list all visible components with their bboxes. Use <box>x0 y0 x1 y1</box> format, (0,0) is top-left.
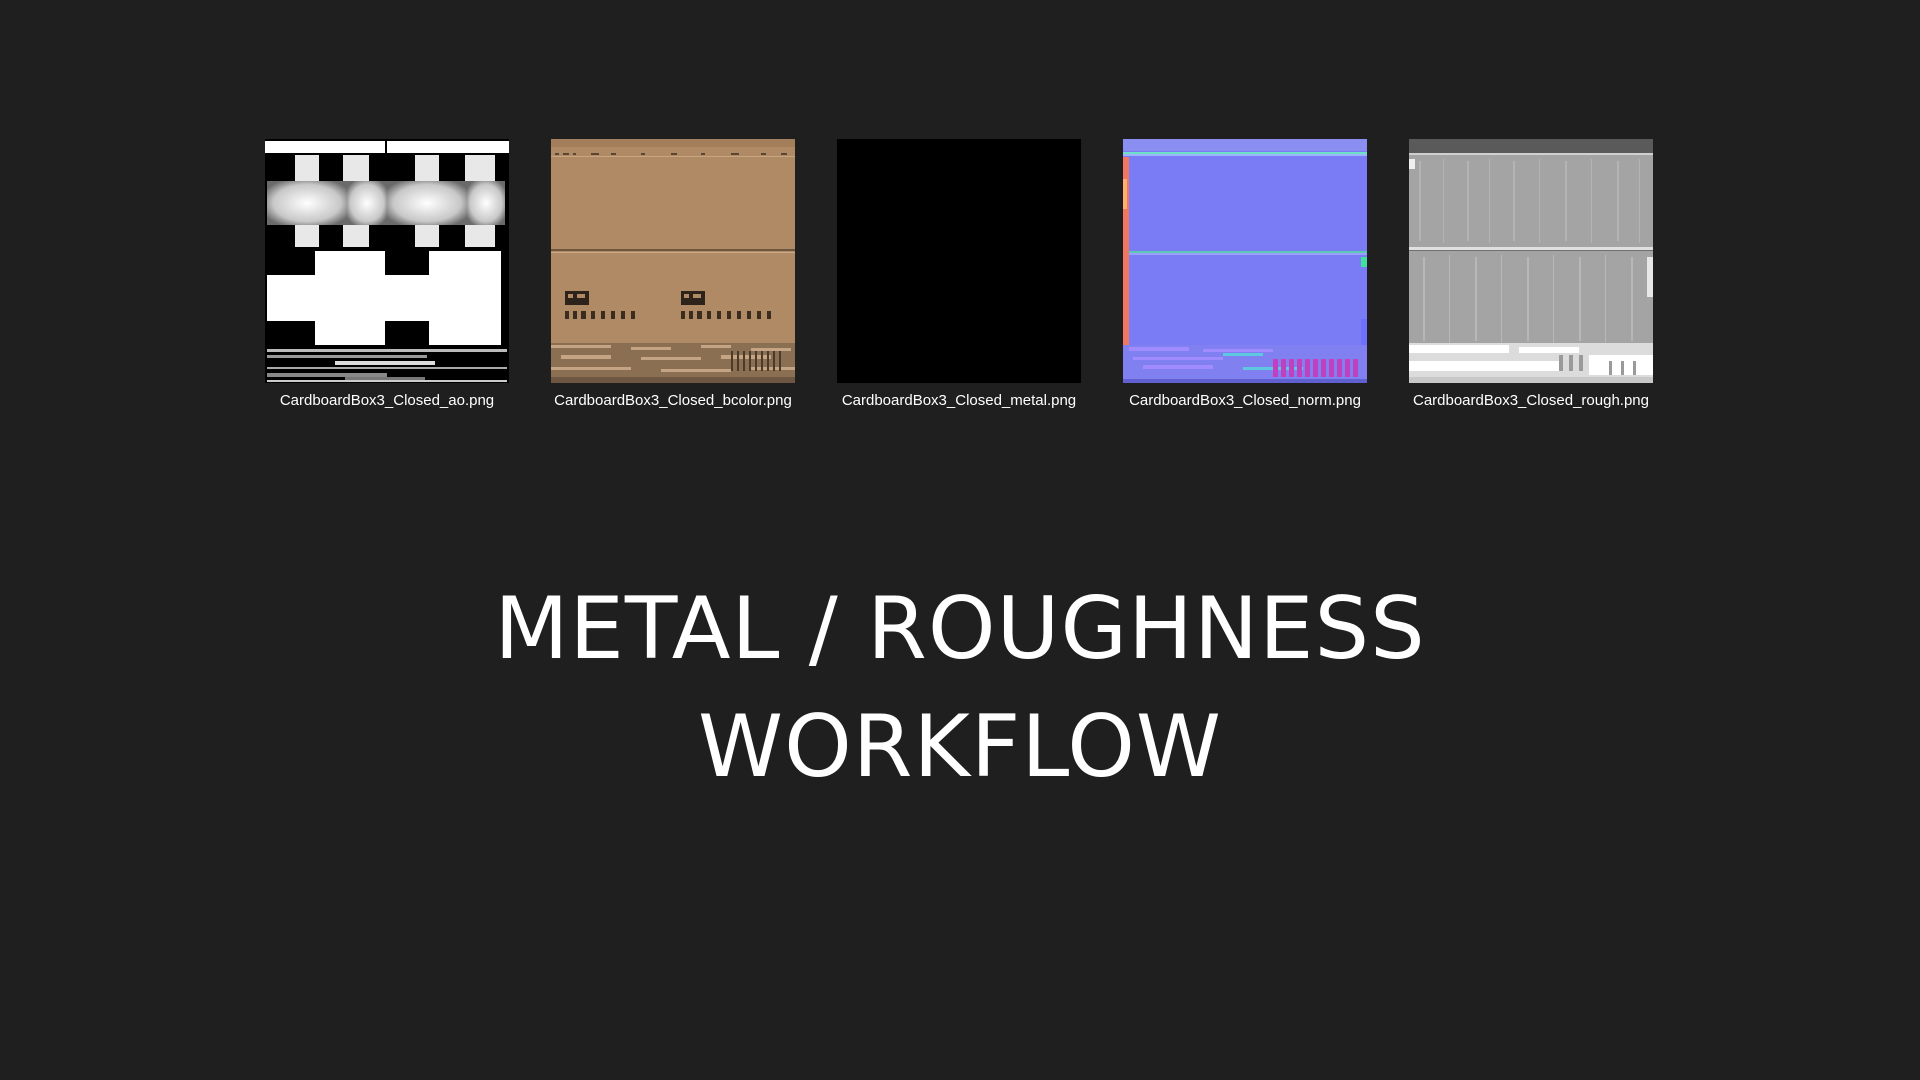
metal-texture-thumbnail <box>837 139 1081 383</box>
slide: CardboardBox3_Closed_ao.png CardboardBox… <box>0 0 1920 1080</box>
file-item-rough[interactable]: CardboardBox3_Closed_rough.png <box>1406 139 1656 419</box>
metal-texture-image <box>837 139 1081 383</box>
file-item-norm[interactable]: CardboardBox3_Closed_norm.png <box>1120 139 1370 419</box>
basecolor-texture-image <box>551 139 795 383</box>
roughness-texture-thumbnail <box>1409 139 1653 383</box>
file-name-label: CardboardBox3_Closed_bcolor.png <box>554 392 792 409</box>
file-name-label: CardboardBox3_Closed_metal.png <box>841 392 1077 409</box>
file-item-metal[interactable]: CardboardBox3_Closed_metal.png <box>834 139 1084 419</box>
ao-texture-thumbnail <box>265 139 509 383</box>
roughness-texture-image <box>1409 139 1653 383</box>
normal-texture-image <box>1123 139 1367 383</box>
file-name-label: CardboardBox3_Closed_rough.png <box>1412 392 1649 409</box>
basecolor-texture-thumbnail <box>551 139 795 383</box>
file-thumbnail-row: CardboardBox3_Closed_ao.png CardboardBox… <box>262 139 1662 419</box>
file-item-ao[interactable]: CardboardBox3_Closed_ao.png <box>262 139 512 419</box>
ao-texture-image <box>265 139 509 383</box>
file-name-label: CardboardBox3_Closed_norm.png <box>1129 392 1361 409</box>
file-name-label: CardboardBox3_Closed_ao.png <box>279 392 495 409</box>
workflow-title-line-2: WORKFLOW <box>698 697 1222 797</box>
workflow-title-line-1: METAL / ROUGHNESS <box>494 579 1426 679</box>
workflow-title: METAL / ROUGHNESS WORKFLOW <box>0 570 1920 806</box>
normal-texture-thumbnail <box>1123 139 1367 383</box>
file-item-bcolor[interactable]: CardboardBox3_Closed_bcolor.png <box>548 139 798 419</box>
